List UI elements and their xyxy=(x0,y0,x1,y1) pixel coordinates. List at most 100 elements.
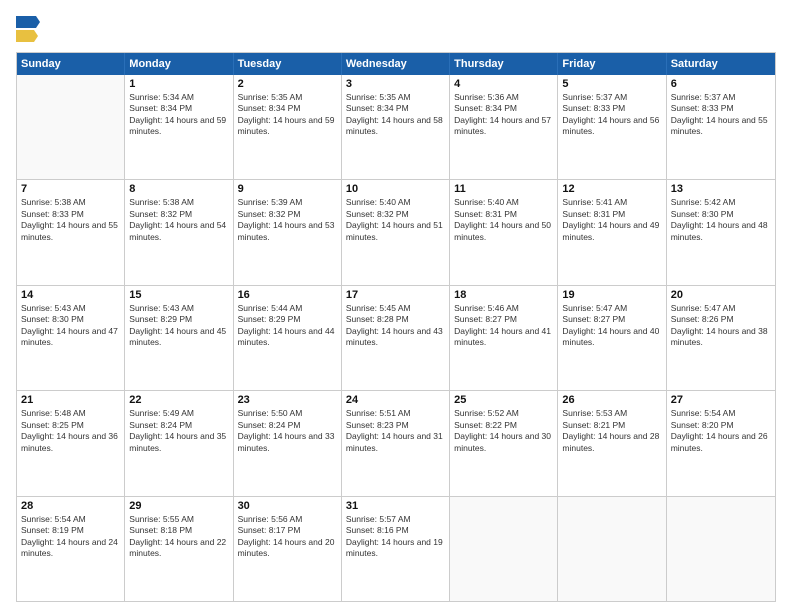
day-number: 17 xyxy=(346,289,445,301)
cell-info: Sunrise: 5:54 AM Sunset: 8:20 PM Dayligh… xyxy=(671,408,771,454)
day-number: 8 xyxy=(129,183,228,195)
logo xyxy=(16,16,44,44)
cell-info: Sunrise: 5:38 AM Sunset: 8:33 PM Dayligh… xyxy=(21,197,120,243)
cell-info: Sunrise: 5:56 AM Sunset: 8:17 PM Dayligh… xyxy=(238,514,337,560)
day-number: 29 xyxy=(129,500,228,512)
cal-cell-4-6: 26 Sunrise: 5:53 AM Sunset: 8:21 PM Dayli… xyxy=(558,391,666,495)
cal-cell-1-1 xyxy=(17,75,125,179)
day-number: 2 xyxy=(238,78,337,90)
day-number: 14 xyxy=(21,289,120,301)
cell-info: Sunrise: 5:47 AM Sunset: 8:27 PM Dayligh… xyxy=(562,303,661,349)
cell-info: Sunrise: 5:49 AM Sunset: 8:24 PM Dayligh… xyxy=(129,408,228,454)
cell-info: Sunrise: 5:39 AM Sunset: 8:32 PM Dayligh… xyxy=(238,197,337,243)
logo-icon xyxy=(16,16,40,44)
calendar-body: 1 Sunrise: 5:34 AM Sunset: 8:34 PM Daylig… xyxy=(17,75,775,601)
cal-cell-3-7: 20 Sunrise: 5:47 AM Sunset: 8:26 PM Dayli… xyxy=(667,286,775,390)
day-number: 3 xyxy=(346,78,445,90)
cal-cell-4-4: 24 Sunrise: 5:51 AM Sunset: 8:23 PM Dayli… xyxy=(342,391,450,495)
cell-info: Sunrise: 5:37 AM Sunset: 8:33 PM Dayligh… xyxy=(562,92,661,138)
day-number: 6 xyxy=(671,78,771,90)
day-number: 26 xyxy=(562,394,661,406)
header-day-saturday: Saturday xyxy=(667,53,775,75)
day-number: 18 xyxy=(454,289,553,301)
day-number: 28 xyxy=(21,500,120,512)
cal-cell-4-7: 27Sunrise: 5:54 AM Sunset: 8:20 PM Dayli… xyxy=(667,391,775,495)
cal-cell-2-6: 12 Sunrise: 5:41 AM Sunset: 8:31 PM Dayli… xyxy=(558,180,666,284)
cell-info: Sunrise: 5:47 AM Sunset: 8:26 PM Dayligh… xyxy=(671,303,771,349)
day-number: 20 xyxy=(671,289,771,301)
cell-info: Sunrise: 5:53 AM Sunset: 8:21 PM Dayligh… xyxy=(562,408,661,454)
cal-cell-4-5: 25 Sunrise: 5:52 AM Sunset: 8:22 PM Dayli… xyxy=(450,391,558,495)
day-number: 5 xyxy=(562,78,661,90)
cal-cell-2-4: 10Sunrise: 5:40 AM Sunset: 8:32 PM Dayli… xyxy=(342,180,450,284)
day-number: 25 xyxy=(454,394,553,406)
cal-cell-2-7: 13 Sunrise: 5:42 AM Sunset: 8:30 PM Dayli… xyxy=(667,180,775,284)
cell-info: Sunrise: 5:52 AM Sunset: 8:22 PM Dayligh… xyxy=(454,408,553,454)
cal-cell-1-4: 3Sunrise: 5:35 AM Sunset: 8:34 PM Daylig… xyxy=(342,75,450,179)
cal-cell-3-5: 18 Sunrise: 5:46 AM Sunset: 8:27 PM Dayli… xyxy=(450,286,558,390)
day-number: 4 xyxy=(454,78,553,90)
cell-info: Sunrise: 5:35 AM Sunset: 8:34 PM Dayligh… xyxy=(238,92,337,138)
cal-cell-5-2: 29 Sunrise: 5:55 AM Sunset: 8:18 PM Dayli… xyxy=(125,497,233,601)
cal-cell-3-1: 14 Sunrise: 5:43 AM Sunset: 8:30 PM Dayli… xyxy=(17,286,125,390)
cell-info: Sunrise: 5:48 AM Sunset: 8:25 PM Dayligh… xyxy=(21,408,120,454)
cal-cell-3-2: 15 Sunrise: 5:43 AM Sunset: 8:29 PM Dayli… xyxy=(125,286,233,390)
cal-cell-5-7 xyxy=(667,497,775,601)
week-row-2: 7Sunrise: 5:38 AM Sunset: 8:33 PM Daylig… xyxy=(17,180,775,285)
day-number: 15 xyxy=(129,289,228,301)
cal-cell-5-1: 28Sunrise: 5:54 AM Sunset: 8:19 PM Dayli… xyxy=(17,497,125,601)
cal-cell-5-5 xyxy=(450,497,558,601)
day-number: 9 xyxy=(238,183,337,195)
header-day-wednesday: Wednesday xyxy=(342,53,450,75)
day-number: 23 xyxy=(238,394,337,406)
cell-info: Sunrise: 5:50 AM Sunset: 8:24 PM Dayligh… xyxy=(238,408,337,454)
cell-info: Sunrise: 5:51 AM Sunset: 8:23 PM Dayligh… xyxy=(346,408,445,454)
cell-info: Sunrise: 5:44 AM Sunset: 8:29 PM Dayligh… xyxy=(238,303,337,349)
cell-info: Sunrise: 5:40 AM Sunset: 8:32 PM Dayligh… xyxy=(346,197,445,243)
cal-cell-2-2: 8 Sunrise: 5:38 AM Sunset: 8:32 PM Daylig… xyxy=(125,180,233,284)
cell-info: Sunrise: 5:45 AM Sunset: 8:28 PM Dayligh… xyxy=(346,303,445,349)
cal-cell-2-3: 9 Sunrise: 5:39 AM Sunset: 8:32 PM Daylig… xyxy=(234,180,342,284)
day-number: 11 xyxy=(454,183,553,195)
day-number: 21 xyxy=(21,394,120,406)
header xyxy=(16,16,776,44)
cal-cell-1-7: 6 Sunrise: 5:37 AM Sunset: 8:33 PM Daylig… xyxy=(667,75,775,179)
cal-cell-1-6: 5 Sunrise: 5:37 AM Sunset: 8:33 PM Daylig… xyxy=(558,75,666,179)
cal-cell-5-6 xyxy=(558,497,666,601)
cell-info: Sunrise: 5:38 AM Sunset: 8:32 PM Dayligh… xyxy=(129,197,228,243)
day-number: 22 xyxy=(129,394,228,406)
week-row-3: 14 Sunrise: 5:43 AM Sunset: 8:30 PM Dayli… xyxy=(17,286,775,391)
header-day-friday: Friday xyxy=(558,53,666,75)
cell-info: Sunrise: 5:37 AM Sunset: 8:33 PM Dayligh… xyxy=(671,92,771,138)
week-row-1: 1 Sunrise: 5:34 AM Sunset: 8:34 PM Daylig… xyxy=(17,75,775,180)
cell-info: Sunrise: 5:46 AM Sunset: 8:27 PM Dayligh… xyxy=(454,303,553,349)
day-number: 30 xyxy=(238,500,337,512)
cell-info: Sunrise: 5:42 AM Sunset: 8:30 PM Dayligh… xyxy=(671,197,771,243)
cal-cell-3-3: 16 Sunrise: 5:44 AM Sunset: 8:29 PM Dayli… xyxy=(234,286,342,390)
day-number: 13 xyxy=(671,183,771,195)
cal-cell-2-5: 11Sunrise: 5:40 AM Sunset: 8:31 PM Dayli… xyxy=(450,180,558,284)
calendar-header: SundayMondayTuesdayWednesdayThursdayFrid… xyxy=(17,53,775,75)
cal-cell-1-5: 4 Sunrise: 5:36 AM Sunset: 8:34 PM Daylig… xyxy=(450,75,558,179)
header-day-thursday: Thursday xyxy=(450,53,558,75)
day-number: 12 xyxy=(562,183,661,195)
day-number: 1 xyxy=(129,78,228,90)
cell-info: Sunrise: 5:41 AM Sunset: 8:31 PM Dayligh… xyxy=(562,197,661,243)
header-day-tuesday: Tuesday xyxy=(234,53,342,75)
cal-cell-1-3: 2 Sunrise: 5:35 AM Sunset: 8:34 PM Daylig… xyxy=(234,75,342,179)
cal-cell-4-2: 22 Sunrise: 5:49 AM Sunset: 8:24 PM Dayli… xyxy=(125,391,233,495)
day-number: 16 xyxy=(238,289,337,301)
day-number: 24 xyxy=(346,394,445,406)
cell-info: Sunrise: 5:36 AM Sunset: 8:34 PM Dayligh… xyxy=(454,92,553,138)
cell-info: Sunrise: 5:43 AM Sunset: 8:30 PM Dayligh… xyxy=(21,303,120,349)
cal-cell-5-4: 31Sunrise: 5:57 AM Sunset: 8:16 PM Dayli… xyxy=(342,497,450,601)
cal-cell-4-3: 23 Sunrise: 5:50 AM Sunset: 8:24 PM Dayli… xyxy=(234,391,342,495)
cal-cell-3-6: 19Sunrise: 5:47 AM Sunset: 8:27 PM Dayli… xyxy=(558,286,666,390)
cell-info: Sunrise: 5:55 AM Sunset: 8:18 PM Dayligh… xyxy=(129,514,228,560)
cell-info: Sunrise: 5:57 AM Sunset: 8:16 PM Dayligh… xyxy=(346,514,445,560)
cell-info: Sunrise: 5:43 AM Sunset: 8:29 PM Dayligh… xyxy=(129,303,228,349)
cal-cell-4-1: 21 Sunrise: 5:48 AM Sunset: 8:25 PM Dayli… xyxy=(17,391,125,495)
cell-info: Sunrise: 5:34 AM Sunset: 8:34 PM Dayligh… xyxy=(129,92,228,138)
header-day-sunday: Sunday xyxy=(17,53,125,75)
cal-cell-3-4: 17 Sunrise: 5:45 AM Sunset: 8:28 PM Dayli… xyxy=(342,286,450,390)
